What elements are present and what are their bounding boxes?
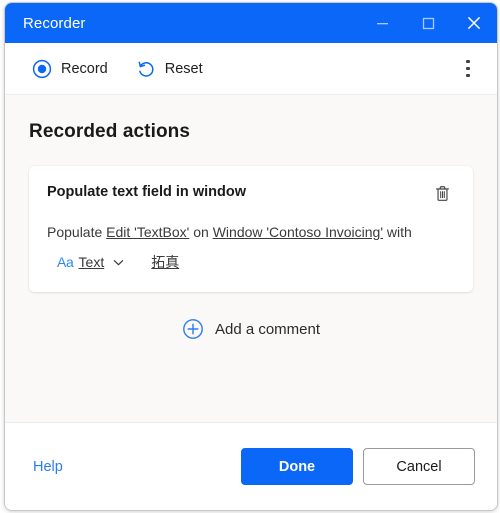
reset-label: Reset xyxy=(164,60,203,77)
more-vertical-icon-dot3 xyxy=(466,73,470,78)
minimize-icon xyxy=(376,22,388,24)
parameter-value[interactable]: 拓真 xyxy=(151,252,179,272)
target-window-link[interactable]: Window 'Contoso Invoicing' xyxy=(213,224,383,240)
action-card-header: Populate text field in window xyxy=(47,182,455,206)
text-format-icon: Aa xyxy=(57,254,74,270)
delete-action-button[interactable] xyxy=(429,180,455,206)
add-comment-button[interactable]: Add a comment xyxy=(29,318,473,340)
dialog-footer: Help Done Cancel xyxy=(5,422,497,510)
sentence-lead: Populate xyxy=(47,224,103,240)
recorder-window: Recorder Record Reset Recorded actions P… xyxy=(4,2,498,511)
toolbar: Record Reset xyxy=(5,43,497,95)
window-title: Recorder xyxy=(23,14,86,32)
add-comment-label: Add a comment xyxy=(214,320,321,338)
recorded-actions-panel: Recorded actions Populate text field in … xyxy=(5,95,497,422)
minimize-button[interactable] xyxy=(359,3,405,43)
record-label: Record xyxy=(61,60,108,77)
sentence-connector: on xyxy=(193,224,209,240)
parameter-row: Aa Text 拓真 xyxy=(47,252,455,272)
help-link[interactable]: Help xyxy=(33,459,63,475)
title-bar: Recorder xyxy=(5,3,497,43)
sentence-tail: with xyxy=(386,224,412,240)
close-button[interactable] xyxy=(451,3,497,43)
parameter-type-label: Text xyxy=(78,254,105,270)
record-circle-icon xyxy=(32,59,52,78)
close-icon xyxy=(467,16,481,30)
action-card[interactable]: Populate text field in window Populate E… xyxy=(29,166,473,292)
action-card-title: Populate text field in window xyxy=(47,184,246,200)
parameter-type-selector[interactable]: Aa Text xyxy=(57,254,125,270)
chevron-down-icon xyxy=(112,256,125,269)
add-circle-icon xyxy=(183,319,203,339)
target-element-link[interactable]: Edit 'TextBox' xyxy=(106,224,189,240)
reset-arrow-icon xyxy=(138,61,154,77)
trash-icon xyxy=(435,185,449,201)
more-options-button[interactable] xyxy=(453,54,483,84)
window-controls xyxy=(359,3,497,43)
action-description: Populate Edit 'TextBox' on Window 'Conto… xyxy=(47,222,455,242)
reset-button[interactable]: Reset xyxy=(127,54,212,84)
page-title: Recorded actions xyxy=(29,121,191,142)
cancel-button[interactable]: Cancel xyxy=(363,448,475,485)
done-button[interactable]: Done xyxy=(241,448,353,485)
more-vertical-icon xyxy=(466,59,470,64)
record-button[interactable]: Record xyxy=(23,54,117,84)
maximize-icon xyxy=(422,17,434,29)
more-vertical-icon-dot2 xyxy=(466,66,470,71)
maximize-button[interactable] xyxy=(405,3,451,43)
